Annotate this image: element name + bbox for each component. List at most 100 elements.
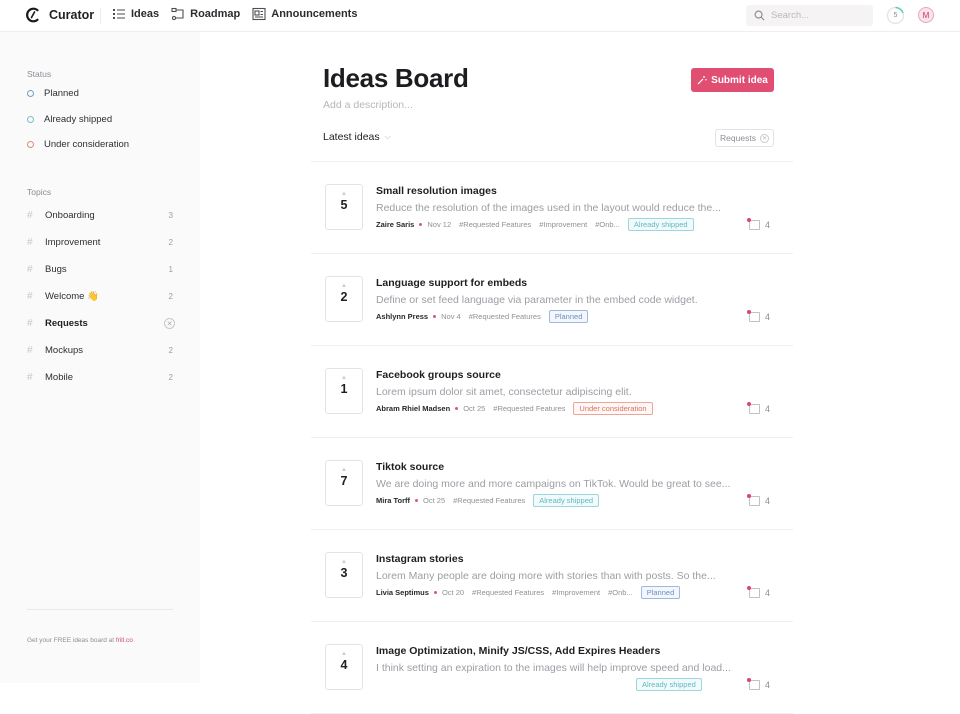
idea-card[interactable]: ▲ 1 Facebook groups source Lorem ipsum d… [311,346,793,438]
frill-link[interactable]: frill.co [116,637,133,644]
hash-icon: # [27,237,33,248]
comment-icon [747,678,760,690]
search-input[interactable] [771,10,861,21]
status-label: Already shipped [44,114,113,125]
idea-date: Nov 12 [427,220,452,229]
idea-tag[interactable]: #Requested Features [493,404,565,413]
comments-count[interactable]: 4 [747,402,771,414]
idea-date: Nov 4 [441,312,461,321]
nav-roadmap[interactable]: Roadmap [171,7,240,21]
idea-description: Lorem ipsum dolor sit amet, consectetur … [376,386,632,398]
nav-announcements[interactable]: Announcements [252,7,357,21]
status-dot-icon [27,90,34,97]
idea-date: Oct 20 [441,588,465,597]
topic-mobile[interactable]: # Mobile 2 [27,372,177,383]
user-avatar[interactable]: M [918,7,934,23]
vote-count: 3 [340,566,348,580]
topic-requests[interactable]: # Requests ✕ [27,318,177,329]
comments-count[interactable]: 4 [747,310,771,322]
sort-dropdown[interactable]: Latest ideas ⌵ [323,131,391,143]
idea-title[interactable]: Facebook groups source [376,369,501,381]
comments-count[interactable]: 4 [747,494,771,506]
upvote-arrow-icon: ▲ [341,467,347,473]
progress-ring[interactable]: 5 [886,6,905,25]
app-logo[interactable]: Curator [25,7,94,23]
hash-icon: # [27,210,33,221]
idea-tag[interactable]: #Requested Features [469,312,541,321]
comment-count: 4 [765,680,771,690]
idea-tag[interactable]: #Onb... [595,220,620,229]
topic-welcome[interactable]: # Welcome 👋 2 [27,291,177,302]
idea-card[interactable]: ▲ 7 Tiktok source We are doing more and … [311,438,793,530]
idea-card[interactable]: ▲ 5 Small resolution images Reduce the r… [311,162,793,254]
comments-count[interactable]: 4 [747,586,770,598]
status-badge: Under consideration [573,402,653,415]
magic-wand-icon [697,76,707,85]
comment-count: 4 [765,312,771,322]
topic-mockups[interactable]: # Mockups 2 [27,345,177,356]
search-box[interactable] [746,5,873,26]
vote-count: 4 [340,658,348,672]
topic-improvement[interactable]: # Improvement 2 [27,237,177,248]
idea-card[interactable]: ▲ 2 Language support for embeds Define o… [311,254,793,346]
status-dot-icon [27,116,34,123]
sidebar-divider [27,609,173,610]
upvote-button[interactable]: ▲ 4 [325,644,363,690]
comment-icon [747,494,760,506]
vote-count: 5 [340,198,348,212]
topic-count: 3 [168,211,173,220]
active-filter-chip[interactable]: Requests ✕ [715,129,774,147]
idea-tag[interactable]: #Improvement [539,220,587,229]
comments-count[interactable]: 4 [747,678,771,690]
comment-icon [747,310,760,322]
sort-label: Latest ideas [323,131,380,143]
idea-tag[interactable]: #Requested Features [472,588,544,597]
idea-title[interactable]: Image Optimization, Minify JS/CSS, Add E… [376,645,660,657]
app-name: Curator [49,8,95,22]
upvote-arrow-icon: ▲ [341,283,347,289]
topic-onboarding[interactable]: # Onboarding 3 [27,210,177,221]
topic-bugs[interactable]: # Bugs 1 [27,264,177,275]
status-filter-planned[interactable]: Planned [27,88,79,99]
topic-label: Improvement [45,237,101,248]
chevron-down-icon: ⌵ [384,132,391,141]
idea-tag[interactable]: #Requested Features [453,496,525,505]
remove-filter-icon[interactable]: ✕ [759,133,769,143]
idea-card[interactable]: ▲ 3 Instagram stories Lorem Many people … [311,530,793,622]
idea-tag[interactable]: #Requested Features [459,220,531,229]
comments-count[interactable]: 4 [747,218,771,230]
idea-title[interactable]: Instagram stories [376,553,464,565]
upvote-arrow-icon: ▲ [341,191,347,197]
idea-card[interactable]: ▲ 4 Image Optimization, Minify JS/CSS, A… [311,622,793,714]
topic-label: Requests [45,318,88,329]
comment-count: 4 [765,496,771,506]
comment-count: 4 [765,404,771,414]
idea-description: Lorem Many people are doing more with st… [376,570,716,582]
status-filter-already-shipped[interactable]: Already shipped [27,114,112,125]
vote-count: 2 [340,290,348,304]
idea-title[interactable]: Language support for embeds [376,277,527,289]
idea-title[interactable]: Tiktok source [376,461,444,473]
nav-divider [100,8,101,24]
comment-icon [747,402,760,414]
nav-ideas[interactable]: Ideas [112,7,159,21]
idea-description: We are doing more and more campaigns on … [376,478,731,490]
main-nav: Ideas Roadmap Announcements [112,7,357,21]
upvote-button[interactable]: ▲ 7 [325,460,363,506]
comment-count: 4 [765,220,771,230]
upvote-button[interactable]: ▲ 5 [325,184,363,230]
upvote-button[interactable]: ▲ 1 [325,368,363,414]
idea-author: Zaire Saris [376,220,415,229]
idea-tag[interactable]: #Improvement [552,588,600,597]
board-description[interactable]: Add a description... [323,99,413,111]
submit-idea-button[interactable]: Submit idea [691,68,774,92]
filter-chip-label: Requests [720,133,756,143]
idea-tag[interactable]: #Onb... [608,588,633,597]
upvote-button[interactable]: ▲ 2 [325,276,363,322]
upvote-button[interactable]: ▲ 3 [325,552,363,598]
status-badge: Already shipped [533,494,600,507]
status-filter-under-consideration[interactable]: Under consideration [27,139,129,150]
idea-title[interactable]: Small resolution images [376,185,497,197]
clear-topic-icon[interactable]: ✕ [164,318,175,329]
nav-announcements-label: Announcements [271,8,358,20]
